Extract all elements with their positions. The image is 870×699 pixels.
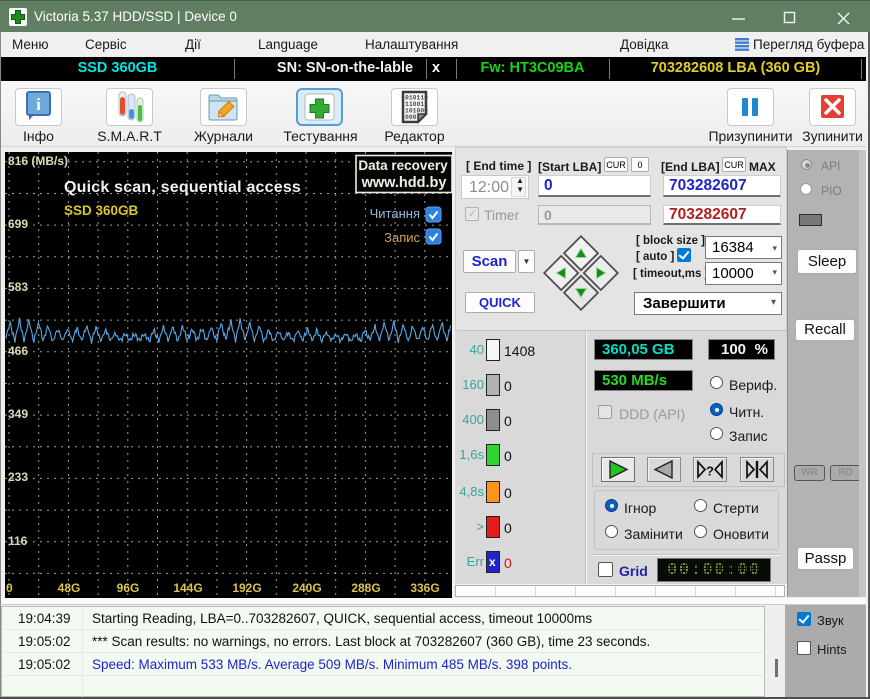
svg-text:466: 466 [8,344,28,358]
svg-text:0: 0 [6,581,13,595]
svg-text:Запис: Запис [384,230,420,245]
svg-text:336G: 336G [410,581,439,595]
svg-text:0001: 0001 [405,114,421,121]
svg-text:Data recovery: Data recovery [358,158,448,173]
svg-text:?: ? [706,464,714,479]
svg-text:192G: 192G [232,581,261,595]
svg-text:699: 699 [8,217,28,231]
svg-text:233: 233 [8,470,28,484]
svg-text:Quick scan, sequential access: Quick scan, sequential access [64,179,301,196]
svg-text:144G: 144G [173,581,202,595]
svg-text:816 (MB/s): 816 (MB/s) [8,154,68,168]
svg-text:SSD 360GB: SSD 360GB [64,203,139,218]
svg-text:288G: 288G [351,581,380,595]
svg-text:96G: 96G [117,581,140,595]
svg-text:583: 583 [8,280,28,294]
svg-text:48G: 48G [58,581,81,595]
svg-text:Читання: Читання [370,206,420,221]
svg-text:www.hdd.by: www.hdd.by [361,175,447,191]
svg-text:349: 349 [8,407,28,421]
svg-text:116: 116 [8,534,28,548]
svg-text:i: i [36,95,41,114]
svg-text:240G: 240G [292,581,321,595]
